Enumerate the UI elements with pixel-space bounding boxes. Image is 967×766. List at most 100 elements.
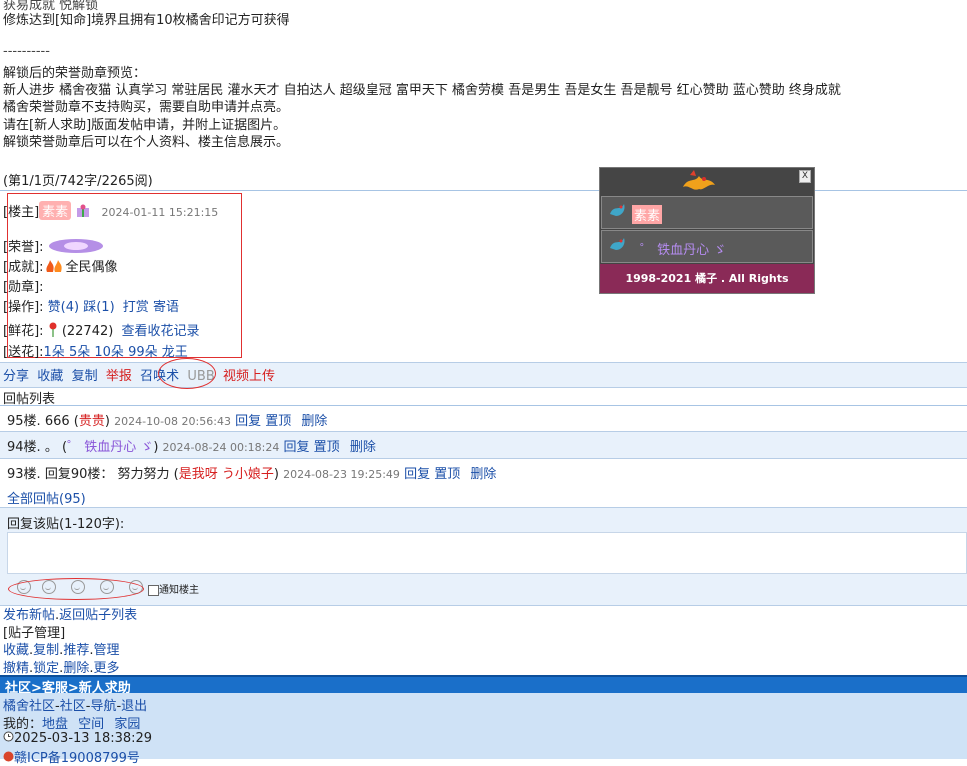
pin-link[interactable]: 置顶 bbox=[314, 440, 340, 455]
reply-link[interactable]: 回复 bbox=[404, 467, 430, 482]
space-link[interactable]: 空间 bbox=[78, 717, 104, 732]
copy-link[interactable]: 复制 bbox=[72, 369, 98, 384]
delete-link[interactable]: 删除 bbox=[350, 440, 376, 455]
dragon-icon bbox=[680, 169, 718, 198]
territory-link[interactable]: 地盘 bbox=[42, 717, 68, 732]
delete-link[interactable]: 删除 bbox=[301, 414, 327, 429]
flower-count: (22742) bbox=[61, 324, 114, 339]
close-icon[interactable]: X bbox=[799, 170, 811, 183]
all-replies-row: 全部回帖(95) bbox=[7, 488, 86, 507]
reply-content: 666 bbox=[44, 414, 70, 429]
manage-recommend-link[interactable]: 推荐 bbox=[63, 643, 89, 658]
flame-icon bbox=[44, 259, 66, 277]
popup-header: X bbox=[600, 168, 814, 195]
post-links: 发布新帖.返回贴子列表 bbox=[3, 608, 138, 623]
send-1-link[interactable]: 1朵 bbox=[44, 345, 65, 360]
reply-row: 94楼. 。 (゜ 铁血丹心 ゞ) 2024-08-24 00:18:24 回复… bbox=[7, 440, 376, 455]
lock-link[interactable]: 锁定 bbox=[33, 661, 59, 676]
reply-user[interactable]: ゜ 铁血丹心 ゞ bbox=[67, 440, 153, 455]
delete-post-link[interactable]: 删除 bbox=[63, 661, 89, 676]
mine-row: 我的：地盘 空间 家园 bbox=[3, 713, 140, 732]
popup-user-name[interactable]: ゜ 铁血丹心 ゞ bbox=[640, 239, 726, 258]
homeland-link[interactable]: 家园 bbox=[114, 717, 140, 732]
reply-content: 。 bbox=[44, 440, 58, 455]
reply-content: 回复90楼： 努力努力 bbox=[44, 467, 170, 482]
gift-message-link[interactable]: 寄语 bbox=[153, 300, 179, 315]
reply-time: 2024-10-08 20:56:43 bbox=[114, 415, 231, 428]
mine-label: 我的： bbox=[3, 717, 43, 732]
community-link[interactable]: 社区 bbox=[60, 699, 86, 714]
reply-user[interactable]: 贵贵 bbox=[79, 414, 105, 429]
achievement-label: [成就]: bbox=[3, 260, 44, 275]
more-link[interactable]: 更多 bbox=[93, 661, 119, 676]
owner-row: [楼主] 素素 2024-01-11 15:21:15 bbox=[3, 201, 218, 222]
share-link[interactable]: 分享 bbox=[3, 369, 29, 384]
footer-nav: 橘舍社区-社区-导航-退出 bbox=[3, 699, 148, 714]
manage-links-2: 撤精.锁定.删除.更多 bbox=[3, 661, 120, 676]
reply-time: 2024-08-24 00:18:24 bbox=[162, 441, 280, 454]
send-flower-row: [送花]:1朵 5朵 10朵 99朵 龙王 bbox=[3, 341, 188, 360]
medal-label: [勋章]: bbox=[3, 280, 44, 295]
flower-label: [鲜花]: bbox=[3, 324, 44, 339]
gift-icon bbox=[75, 204, 91, 222]
reply-textarea[interactable] bbox=[7, 532, 967, 574]
reward-link[interactable]: 打赏 bbox=[123, 300, 149, 315]
dragon-icon bbox=[608, 200, 628, 224]
operation-row: [操作]: 赞(4) 踩(1) 打赏 寄语 bbox=[3, 296, 179, 315]
clock-icon bbox=[3, 731, 14, 746]
collect-link[interactable]: 收藏 bbox=[37, 369, 63, 384]
summon-highlight bbox=[158, 358, 216, 389]
action-links: 分享 收藏 复制 举报 召唤术 UBB 视频上传 bbox=[3, 365, 275, 384]
manage-links-1: 收藏.复制.推荐.管理 bbox=[3, 643, 120, 658]
delete-link[interactable]: 删除 bbox=[470, 467, 496, 482]
popup-user-row[interactable]: ゜ 铁血丹心 ゞ bbox=[601, 230, 813, 263]
flower-row: [鲜花]: (22742) 查看收花记录 bbox=[3, 320, 199, 342]
user-popup: X 素素 ゜ 铁血丹心 ゞ 1998-2021 橘子 . All Rights … bbox=[599, 167, 815, 314]
achievement-row: [成就]: 全民偶像 bbox=[3, 256, 118, 277]
condition-line: 修炼达到[知命]境界且拥有10枚橘舍印记方可获得 bbox=[3, 13, 290, 28]
send-flower-label: [送花]: bbox=[3, 345, 44, 360]
reply-link[interactable]: 回复 bbox=[235, 414, 261, 429]
divider bbox=[0, 190, 967, 191]
send-99-link[interactable]: 99朵 bbox=[128, 345, 158, 360]
video-upload-link[interactable]: 视频上传 bbox=[223, 369, 275, 384]
reply-box-label: 回复该贴(1-120字): bbox=[7, 517, 125, 532]
logout-link[interactable]: 退出 bbox=[121, 699, 147, 714]
all-replies-link[interactable]: 全部回帖(95) bbox=[7, 492, 86, 507]
report-link[interactable]: 举报 bbox=[106, 369, 132, 384]
operation-label: [操作]: bbox=[3, 300, 44, 315]
reply-floor: 93楼. bbox=[7, 467, 41, 482]
manage-link[interactable]: 管理 bbox=[93, 643, 119, 658]
pin-link[interactable]: 置顶 bbox=[265, 414, 291, 429]
manage-copy-link[interactable]: 复制 bbox=[33, 643, 59, 658]
notify-label: 通知楼主 bbox=[159, 585, 199, 596]
navigation-link[interactable]: 导航 bbox=[90, 699, 116, 714]
emoji-highlight bbox=[8, 578, 144, 600]
note-1: 橘舍荣誉勋章不支持购买，需要自助申请并点亮。 bbox=[3, 100, 290, 115]
send-5-link[interactable]: 5朵 bbox=[69, 345, 90, 360]
manage-collect-link[interactable]: 收藏 bbox=[3, 643, 29, 658]
note-3: 解锁荣誉勋章后可以在个人资料、楼主信息展示。 bbox=[3, 135, 290, 150]
divider bbox=[0, 405, 967, 406]
popup-user-row[interactable]: 素素 bbox=[601, 196, 813, 229]
page-info: (第1/1页/742字/2265阅) bbox=[3, 174, 153, 189]
back-list-link[interactable]: 返回贴子列表 bbox=[59, 608, 137, 623]
popup-user-name[interactable]: 素素 bbox=[632, 205, 663, 224]
pin-link[interactable]: 置顶 bbox=[434, 467, 460, 482]
like-link[interactable]: 赞(4) bbox=[48, 300, 79, 315]
home-link[interactable]: 橘舍社区 bbox=[3, 699, 55, 714]
notify-row: 通知楼主 bbox=[148, 581, 199, 596]
notify-checkbox[interactable] bbox=[148, 584, 159, 596]
reply-user[interactable]: 是我呀 う小娘子 bbox=[179, 467, 274, 482]
unessence-link[interactable]: 撤精 bbox=[3, 661, 29, 676]
reply-link[interactable]: 回复 bbox=[284, 440, 310, 455]
owner-name[interactable]: 素素 bbox=[39, 201, 72, 220]
achievement-text: 全民偶像 bbox=[65, 260, 118, 275]
new-post-link[interactable]: 发布新帖 bbox=[3, 608, 55, 623]
flower-record-link[interactable]: 查看收花记录 bbox=[121, 324, 199, 339]
dislike-link[interactable]: 踩(1) bbox=[83, 300, 114, 315]
reply-time: 2024-08-23 19:25:49 bbox=[283, 468, 400, 481]
time-row: 2025-03-13 18:38:29 bbox=[3, 731, 152, 746]
send-10-link[interactable]: 10朵 bbox=[94, 345, 124, 360]
dragon-icon bbox=[608, 234, 628, 258]
